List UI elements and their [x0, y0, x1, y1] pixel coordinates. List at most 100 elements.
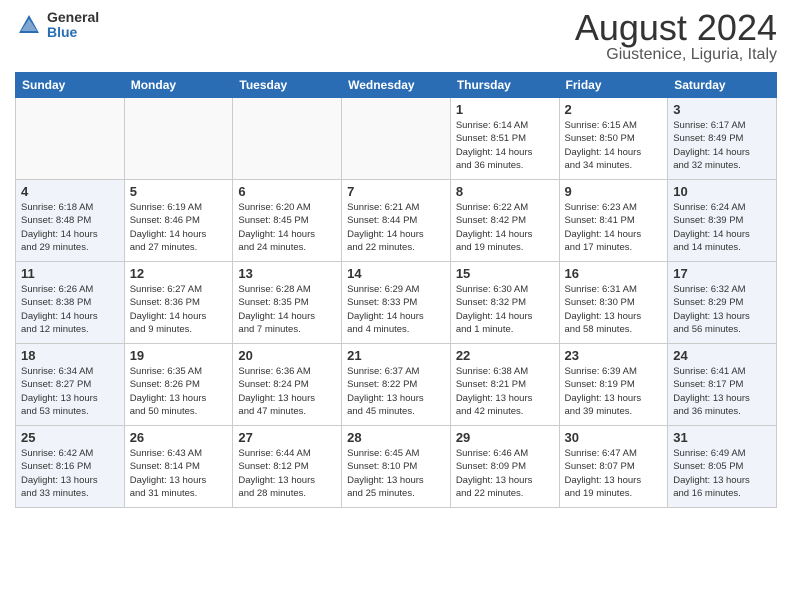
- day-cell: 14Sunrise: 6:29 AM Sunset: 8:33 PM Dayli…: [342, 262, 451, 344]
- day-cell: 29 Sunrise: 6:46 AM Sunset: 8:09 PM Dayli…: [450, 426, 559, 508]
- day-cell: 31Sunrise: 6:49 AM Sunset: 8:05 PM Dayli…: [668, 426, 777, 508]
- day-cell: 20 Sunrise: 6:36 AM Sunset: 8:24 PM Dayli…: [233, 344, 342, 426]
- day-info: Sunrise: 6:22 AM Sunset: 8:42 PM Dayligh…: [456, 201, 554, 254]
- day-number: 25: [21, 430, 119, 445]
- day-number: 9: [565, 184, 663, 199]
- week-row-4: 18Sunrise: 6:34 AM Sunset: 8:27 PM Dayli…: [16, 344, 777, 426]
- day-info: Sunrise: 6:43 AM Sunset: 8:14 PM Dayligh…: [130, 447, 228, 500]
- day-info: Sunrise: 6:27 AM Sunset: 8:36 PM Dayligh…: [130, 283, 228, 336]
- day-cell: 11 Sunrise: 6:26 AM Sunset: 8:38 PM Dayli…: [16, 262, 125, 344]
- day-number: 16: [565, 266, 663, 281]
- day-cell: 25 Sunrise: 6:42 AM Sunset: 8:16 PM Dayli…: [16, 426, 125, 508]
- weekday-header-row: SundayMondayTuesdayWednesdayThursdayFrid…: [16, 73, 777, 98]
- day-info: Sunrise: 6:37 AM Sunset: 8:22 PM Dayligh…: [347, 365, 445, 418]
- day-cell: 5 Sunrise: 6:19 AM Sunset: 8:46 PM Daylig…: [124, 180, 233, 262]
- weekday-saturday: Saturday: [668, 73, 777, 98]
- day-cell: 27 Sunrise: 6:44 AM Sunset: 8:12 PM Dayli…: [233, 426, 342, 508]
- day-cell: 3 Sunrise: 6:17 AM Sunset: 8:49 PM Daylig…: [668, 98, 777, 180]
- day-cell: 19Sunrise: 6:35 AM Sunset: 8:26 PM Dayli…: [124, 344, 233, 426]
- calendar-table: SundayMondayTuesdayWednesdayThursdayFrid…: [15, 72, 777, 508]
- day-cell: 9Sunrise: 6:23 AM Sunset: 8:41 PM Daylig…: [559, 180, 668, 262]
- day-cell: [124, 98, 233, 180]
- day-number: 7: [347, 184, 445, 199]
- weekday-monday: Monday: [124, 73, 233, 98]
- week-row-2: 4Sunrise: 6:18 AM Sunset: 8:48 PM Daylig…: [16, 180, 777, 262]
- day-number: 29: [456, 430, 554, 445]
- week-row-3: 11 Sunrise: 6:26 AM Sunset: 8:38 PM Dayli…: [16, 262, 777, 344]
- day-info: Sunrise: 6:44 AM Sunset: 8:12 PM Dayligh…: [238, 447, 336, 500]
- day-number: 4: [21, 184, 119, 199]
- day-cell: 18Sunrise: 6:34 AM Sunset: 8:27 PM Dayli…: [16, 344, 125, 426]
- day-number: 26: [130, 430, 228, 445]
- day-cell: 2Sunrise: 6:15 AM Sunset: 8:50 PM Daylig…: [559, 98, 668, 180]
- day-cell: 7 Sunrise: 6:21 AM Sunset: 8:44 PM Daylig…: [342, 180, 451, 262]
- day-info: Sunrise: 6:20 AM Sunset: 8:45 PM Dayligh…: [238, 201, 336, 254]
- logo-blue: Blue: [47, 25, 99, 40]
- day-info: Sunrise: 6:31 AM Sunset: 8:30 PM Dayligh…: [565, 283, 663, 336]
- day-number: 27: [238, 430, 336, 445]
- weekday-tuesday: Tuesday: [233, 73, 342, 98]
- week-row-1: 1 Sunrise: 6:14 AM Sunset: 8:51 PM Daylig…: [16, 98, 777, 180]
- day-cell: 13 Sunrise: 6:28 AM Sunset: 8:35 PM Dayli…: [233, 262, 342, 344]
- day-cell: 30 Sunrise: 6:47 AM Sunset: 8:07 PM Dayli…: [559, 426, 668, 508]
- day-number: 31: [673, 430, 771, 445]
- location: Giustenice, Liguria, Italy: [575, 46, 777, 64]
- day-cell: [16, 98, 125, 180]
- day-cell: 26 Sunrise: 6:43 AM Sunset: 8:14 PM Dayli…: [124, 426, 233, 508]
- day-number: 21: [347, 348, 445, 363]
- day-info: Sunrise: 6:19 AM Sunset: 8:46 PM Dayligh…: [130, 201, 228, 254]
- day-cell: 16 Sunrise: 6:31 AM Sunset: 8:30 PM Dayli…: [559, 262, 668, 344]
- day-info: Sunrise: 6:26 AM Sunset: 8:38 PM Dayligh…: [21, 283, 119, 336]
- day-number: 28: [347, 430, 445, 445]
- day-info: Sunrise: 6:36 AM Sunset: 8:24 PM Dayligh…: [238, 365, 336, 418]
- day-number: 1: [456, 102, 554, 117]
- month-title: August 2024: [575, 10, 777, 46]
- logo-icon: [15, 11, 43, 39]
- day-info: Sunrise: 6:17 AM Sunset: 8:49 PM Dayligh…: [673, 119, 771, 172]
- day-cell: 6Sunrise: 6:20 AM Sunset: 8:45 PM Daylig…: [233, 180, 342, 262]
- day-cell: 8 Sunrise: 6:22 AM Sunset: 8:42 PM Daylig…: [450, 180, 559, 262]
- weekday-sunday: Sunday: [16, 73, 125, 98]
- weekday-friday: Friday: [559, 73, 668, 98]
- day-cell: 24 Sunrise: 6:41 AM Sunset: 8:17 PM Dayli…: [668, 344, 777, 426]
- day-info: Sunrise: 6:42 AM Sunset: 8:16 PM Dayligh…: [21, 447, 119, 500]
- day-info: Sunrise: 6:46 AM Sunset: 8:09 PM Dayligh…: [456, 447, 554, 500]
- day-number: 30: [565, 430, 663, 445]
- day-info: Sunrise: 6:45 AM Sunset: 8:10 PM Dayligh…: [347, 447, 445, 500]
- day-number: 10: [673, 184, 771, 199]
- day-info: Sunrise: 6:28 AM Sunset: 8:35 PM Dayligh…: [238, 283, 336, 336]
- day-number: 5: [130, 184, 228, 199]
- day-info: Sunrise: 6:32 AM Sunset: 8:29 PM Dayligh…: [673, 283, 771, 336]
- day-cell: 12Sunrise: 6:27 AM Sunset: 8:36 PM Dayli…: [124, 262, 233, 344]
- day-number: 24: [673, 348, 771, 363]
- day-number: 8: [456, 184, 554, 199]
- day-number: 13: [238, 266, 336, 281]
- day-number: 20: [238, 348, 336, 363]
- day-number: 15: [456, 266, 554, 281]
- day-cell: [233, 98, 342, 180]
- day-number: 19: [130, 348, 228, 363]
- day-info: Sunrise: 6:38 AM Sunset: 8:21 PM Dayligh…: [456, 365, 554, 418]
- day-number: 22: [456, 348, 554, 363]
- day-info: Sunrise: 6:47 AM Sunset: 8:07 PM Dayligh…: [565, 447, 663, 500]
- weekday-thursday: Thursday: [450, 73, 559, 98]
- day-info: Sunrise: 6:15 AM Sunset: 8:50 PM Dayligh…: [565, 119, 663, 172]
- day-cell: 28 Sunrise: 6:45 AM Sunset: 8:10 PM Dayli…: [342, 426, 451, 508]
- day-info: Sunrise: 6:21 AM Sunset: 8:44 PM Dayligh…: [347, 201, 445, 254]
- day-info: Sunrise: 6:29 AM Sunset: 8:33 PM Dayligh…: [347, 283, 445, 336]
- day-cell: 4Sunrise: 6:18 AM Sunset: 8:48 PM Daylig…: [16, 180, 125, 262]
- day-number: 11: [21, 266, 119, 281]
- title-section: August 2024 Giustenice, Liguria, Italy: [575, 10, 777, 64]
- day-cell: 15 Sunrise: 6:30 AM Sunset: 8:32 PM Dayli…: [450, 262, 559, 344]
- day-cell: 1 Sunrise: 6:14 AM Sunset: 8:51 PM Daylig…: [450, 98, 559, 180]
- week-row-5: 25 Sunrise: 6:42 AM Sunset: 8:16 PM Dayli…: [16, 426, 777, 508]
- day-info: Sunrise: 6:14 AM Sunset: 8:51 PM Dayligh…: [456, 119, 554, 172]
- day-info: Sunrise: 6:30 AM Sunset: 8:32 PM Dayligh…: [456, 283, 554, 336]
- logo-general: General: [47, 10, 99, 25]
- day-number: 3: [673, 102, 771, 117]
- page-header: General Blue August 2024 Giustenice, Lig…: [15, 10, 777, 64]
- logo: General Blue: [15, 10, 99, 41]
- day-cell: 23Sunrise: 6:39 AM Sunset: 8:19 PM Dayli…: [559, 344, 668, 426]
- weekday-wednesday: Wednesday: [342, 73, 451, 98]
- day-info: Sunrise: 6:41 AM Sunset: 8:17 PM Dayligh…: [673, 365, 771, 418]
